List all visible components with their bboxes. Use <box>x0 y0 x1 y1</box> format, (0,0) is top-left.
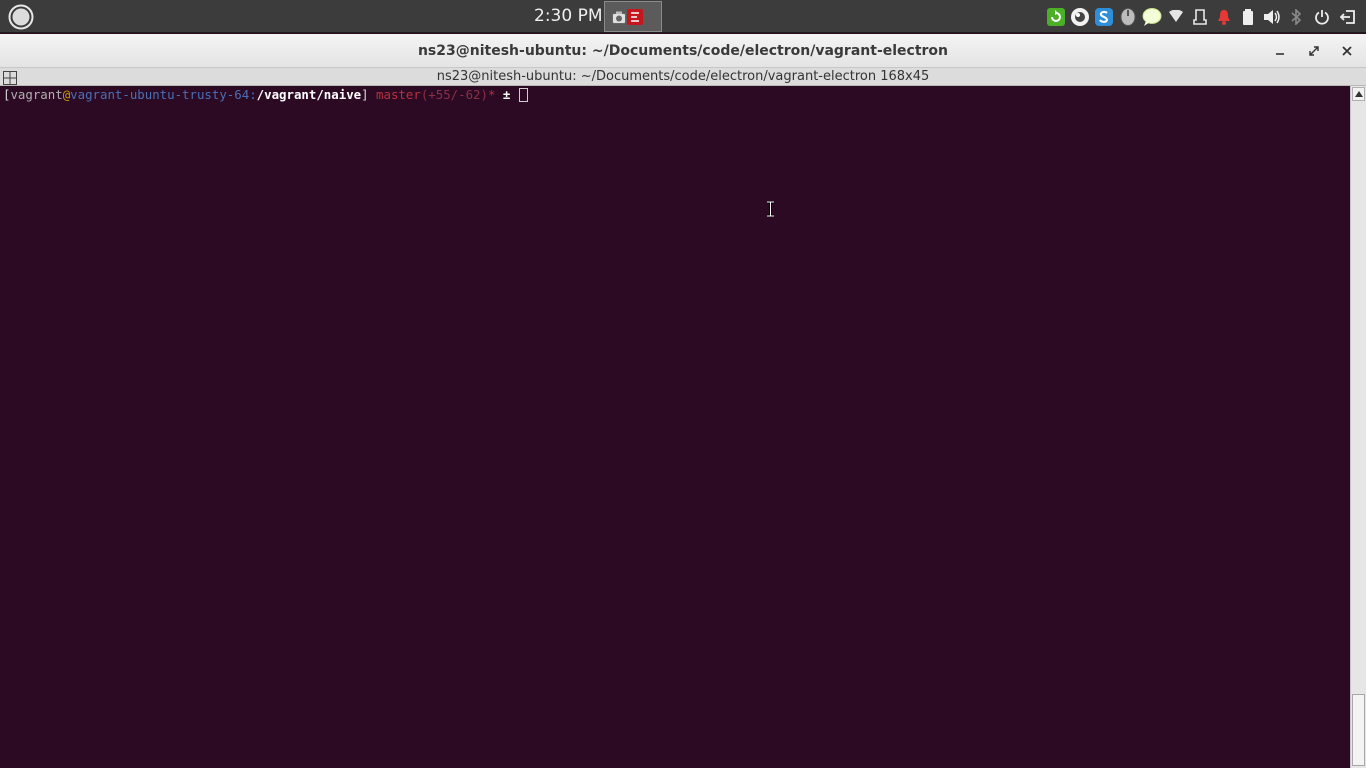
scroll-up-icon[interactable] <box>1352 87 1365 101</box>
prompt-symbol: ± <box>502 87 511 102</box>
circle-menu-icon[interactable] <box>8 4 34 30</box>
minimize-icon[interactable] <box>1271 42 1289 60</box>
clock[interactable]: 2:30 PM <box>534 6 603 26</box>
prompt-branch: master <box>376 87 421 102</box>
chat-bubble-icon[interactable] <box>1140 0 1164 33</box>
terminal-scrollbar[interactable] <box>1350 86 1366 768</box>
prompt-colon: : <box>249 87 257 102</box>
power-icon[interactable] <box>1308 0 1336 33</box>
skype-icon[interactable] <box>1092 0 1116 33</box>
bluetooth-icon[interactable] <box>1284 0 1308 33</box>
volume-icon[interactable] <box>1260 0 1284 33</box>
system-tray <box>1044 0 1360 33</box>
terminal-info-bar: ns23@nitesh-ubuntu: ~/Documents/code/ele… <box>0 68 1366 86</box>
prompt-changes: (+55/-62) <box>420 87 488 102</box>
text-cursor <box>518 88 528 102</box>
terminal-info-title: ns23@nitesh-ubuntu: ~/Documents/code/ele… <box>436 69 930 84</box>
prompt-dirty-marker: * <box>487 87 496 102</box>
mouse-icon[interactable] <box>1116 0 1140 33</box>
top-panel: 2:30 PM <box>0 0 1366 33</box>
window-title: ns23@nitesh-ubuntu: ~/Documents/code/ele… <box>417 43 949 59</box>
battery-icon[interactable] <box>1236 0 1260 33</box>
window-titlebar[interactable]: ns23@nitesh-ubuntu: ~/Documents/code/ele… <box>0 34 1366 68</box>
logout-icon[interactable] <box>1336 0 1360 33</box>
prompt-close-bracket: ] <box>361 87 369 102</box>
prompt-user: vagrant <box>10 87 63 102</box>
terminal-area[interactable]: [vagrant@vagrant-ubuntu-trusty-64:/vagra… <box>0 86 1350 768</box>
usb-drive-icon[interactable] <box>1188 0 1212 33</box>
prompt-line: [vagrant@vagrant-ubuntu-trusty-64:/vagra… <box>3 87 528 103</box>
app-icon <box>627 9 643 29</box>
scrollbar-thumb[interactable] <box>1352 694 1365 766</box>
notification-bell-icon[interactable] <box>1212 0 1236 33</box>
update-manager-icon[interactable] <box>1044 0 1068 33</box>
taskbar-window-button[interactable] <box>604 1 662 32</box>
cloud-sync-icon[interactable] <box>1068 0 1092 33</box>
screenshot-icon <box>612 10 626 29</box>
ibeam-cursor-icon <box>766 200 775 218</box>
close-icon[interactable] <box>1338 42 1356 60</box>
maximize-icon[interactable] <box>1305 42 1323 60</box>
wifi-icon[interactable] <box>1164 0 1188 33</box>
prompt-path: /vagrant/naive <box>256 87 362 102</box>
prompt-host: vagrant-ubuntu-trusty-64 <box>70 87 250 102</box>
